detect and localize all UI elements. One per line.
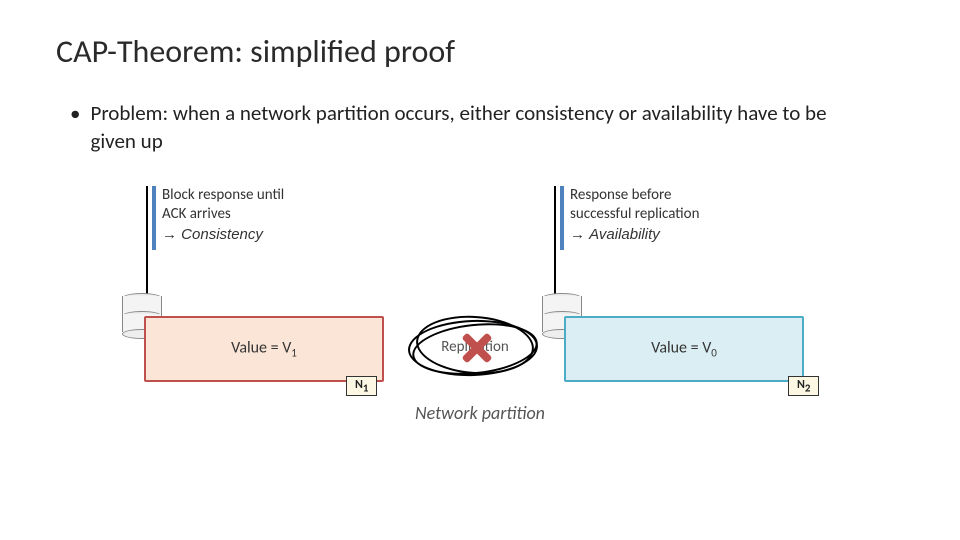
callout-bar-outer (146, 186, 148, 250)
replication-broken: Replication (406, 316, 544, 380)
callout-bar-inner (560, 186, 564, 250)
value-subscript: 1 (291, 346, 297, 359)
callout-consistency: Block response until ACK arrives → Consi… (152, 186, 352, 250)
callout-line: successful replication (570, 205, 770, 225)
value-subscript: 0 (711, 346, 717, 359)
callout-line: → Consistency (162, 225, 352, 245)
callout-line: Block response until (162, 186, 352, 206)
node-tag-n2: N2 (788, 376, 819, 396)
tag-prefix: N (797, 378, 805, 392)
slide-title: CAP-Theorem: simplified proof (56, 32, 904, 71)
partition-caption: Network partition (110, 402, 850, 424)
callout-bar-inner (152, 186, 156, 250)
node-2: Value = V0 (564, 316, 804, 382)
diagram: Block response until ACK arrives → Consi… (110, 186, 850, 446)
tag-subscript: 2 (805, 381, 811, 394)
callout-line: ACK arrives (162, 205, 352, 225)
callout-line: Response before (570, 186, 770, 206)
callout-text: Block response until ACK arrives → Consi… (162, 186, 352, 245)
callout-emph: Availability (589, 226, 660, 243)
callout-text: Response before successful replication →… (570, 186, 770, 245)
tag-subscript: 1 (363, 381, 369, 394)
tag-prefix: N (355, 378, 363, 392)
callout-bar-outer (554, 186, 556, 250)
node-1: Value = V1 (144, 316, 384, 382)
node-value: Value = V0 (651, 338, 717, 359)
node-value: Value = V1 (231, 338, 297, 359)
bullet-item: • Problem: when a network partition occu… (56, 99, 904, 156)
bullet-dot: • (70, 99, 80, 156)
slide: CAP-Theorem: simplified proof • Problem:… (0, 0, 960, 540)
callout-line: → Availability (570, 225, 770, 245)
arrow-glyph: → (162, 226, 181, 243)
bullet-text: Problem: when a network partition occurs… (90, 99, 870, 156)
callout-availability: Response before successful replication →… (560, 186, 770, 250)
node-tag-n1: N1 (346, 376, 377, 396)
x-icon (459, 332, 491, 364)
value-prefix: Value = V (651, 338, 711, 357)
value-prefix: Value = V (231, 338, 291, 357)
arrow-glyph: → (570, 226, 589, 243)
callout-emph: Consistency (181, 226, 263, 243)
